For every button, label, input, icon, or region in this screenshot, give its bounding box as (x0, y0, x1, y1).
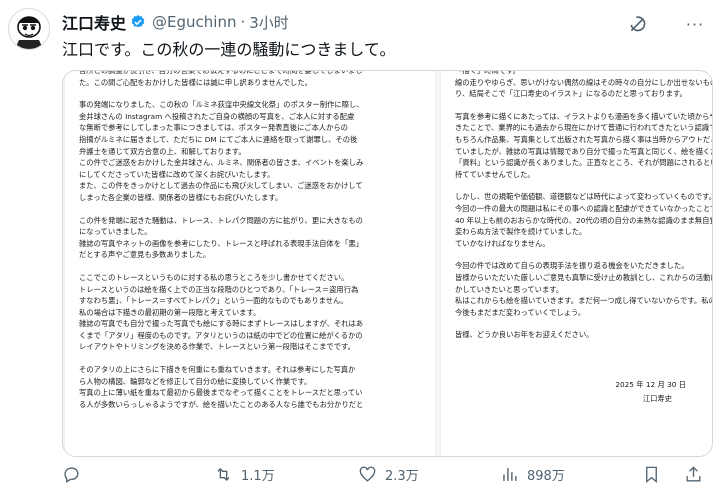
statement-line: きたことで、業界的にも過去から現在にかけて普通に行われてきたという認識です。 (455, 123, 712, 133)
statement-line: 私はこれからも絵を描いていきます。まだ何一つ成し得ていないからです。私の絵は (455, 296, 712, 306)
statement-line: にしてくださっていた皆様に改めて深くお詫びいたします。 (79, 169, 275, 179)
statement-line: 今後もまだまだ変わっていくでしょう。 (455, 307, 586, 317)
statement-line: 皆様からいただいた厳しいご意見も真摯に受け止め教訓とし、これからの活動に生 (455, 272, 712, 282)
statement-page-left: 各所との調整が長引き、自分の言葉でお伝えするのにここまで時間を要してしまいました… (65, 70, 435, 456)
bookmark-icon (646, 466, 657, 483)
statement-line: しかし、世の規範や価値観、道徳観などは時代によって変わっていくものです。 (455, 192, 712, 202)
like-button[interactable]: 2.3万 (358, 461, 419, 487)
verified-badge-icon[interactable] (130, 14, 146, 30)
statement-line: ていかなければなりません。 (455, 238, 550, 248)
more-icon[interactable]: ··· (680, 12, 710, 36)
statement-line: もちろん作品集、写真集として出版された写真から描く事は当時からアウトだと考え (455, 134, 712, 144)
statement-line (455, 100, 704, 111)
statement-line: 弁護士を通じて双方合意の上、和解しております。 (79, 146, 246, 156)
like-count: 2.3万 (385, 468, 419, 484)
author-name[interactable]: 江口寿史 (62, 10, 126, 34)
statement-line: 今回の一件の最大の問題は私にその事への認識と配慮ができていなかったことです。 (455, 203, 712, 213)
statement-line: 今回の件では改めて自らの表現手法を振り返る機会をいただきました。 (455, 261, 689, 271)
author-row: 江口寿史 @Eguchinn · 3小时 (62, 10, 289, 34)
statement-line: 写真の上に薄い紙を重ねて最初から最後までなぞって描くことをトレースだと思ってい (79, 388, 363, 398)
statement-line: この件を発端に起きた騒動は、トレース、トレパク問題の方に拡がり、更に大きなもの (79, 215, 363, 225)
statement-line: 変わらぬ方法で製作を続けていました。 (455, 227, 587, 237)
statement-line: かしていきたいと思っています。 (455, 284, 564, 294)
statement-line: 持てていませんでした。 (455, 169, 535, 179)
statement-date: 2025 年 12 月 30 日 (615, 380, 686, 389)
like-icon (359, 466, 376, 482)
grok-icon[interactable] (628, 14, 648, 34)
statement-line: 雑誌の写真やネットの画像を参考にしたり、トレースと呼ばれる表現手法自体を「悪」 (79, 238, 363, 248)
statement-left-text: 各所との調整が長引き、自分の言葉でお伝えするのにここまで時間を要してしまいました… (79, 70, 427, 410)
statement-line: だとする声やご意見も多数ありました。 (79, 250, 211, 260)
post-time[interactable]: 3小时 (249, 12, 289, 33)
statement-line (455, 180, 704, 191)
retweet-button[interactable]: 1.1万 (214, 461, 275, 487)
statement-line: そのアタリの上にさらに下描きを何重にも重ねていきます。それは参考にした写真か (79, 365, 356, 375)
statement-line: り、結局そこで「江口寿史のイラスト」になるのだと思っております。 (455, 89, 687, 99)
statement-line: 写真を参考に描くにあたっては、イラストよりも漫画を多く描いていた頃からやって (455, 111, 712, 121)
statement-line: な無断で参考にしてしまった事につきましては、ポスター発表直後にご本人からの (79, 123, 348, 133)
statement-line: 事の発端になりました、この秋の「ルミネ荻窪中央線文化祭」のポスター制作に際し、 (79, 100, 364, 110)
avatar-illustration (9, 9, 49, 49)
tweet-media-image[interactable]: 各所との調整が長引き、自分の言葉でお伝えするのにここまで時間を要してしまいました… (62, 70, 713, 457)
statement-line (79, 261, 427, 272)
views-count: 898万 (527, 468, 565, 484)
statement-line (455, 318, 704, 329)
statement-line: 金井球さんの Instagram へ投稿されたご自身の横顔の写真を、ご本人に対す… (79, 111, 355, 121)
statement-line: 私の場合は下描きの最初期の第一段階と考えています。 (79, 307, 261, 317)
statement-line: 40 年以上も前のおおらかな時代の、20代の頃の自分の未熟な認識のまま無自覚に (455, 215, 712, 225)
statement-line: 雑誌の写真でも自分で撮った写真でも絵にする時にまずトレースはしますが、それはあ (79, 319, 364, 329)
statement-line: また、この件をきっかけとして過去の作品にも飛び火してしまい、ご迷惑をおかけして (79, 181, 363, 191)
statement-line: レイアウトやトリミングを決める作業で、トレースという第一段階はそこまでです。 (79, 342, 355, 352)
statement-line: ここでこのトレースというものに対する私の思うところを少し書かせてください。 (79, 272, 349, 282)
statement-line: 「資料」という認識が長くありました。正直なところ、それが問題にされるという認識は (455, 158, 712, 168)
reply-button[interactable] (62, 461, 89, 487)
bookmark-button[interactable] (642, 461, 669, 487)
statement-line: すなわち悪」、「トレース＝すべてトレパク」という一面的なものでもありません。 (79, 296, 348, 306)
views-button[interactable]: 898万 (500, 461, 565, 487)
statement-line: トレースというのは絵を描く上での正当な段階のひとつであり、「トレース＝盗用行為 (79, 284, 359, 294)
avatar[interactable] (8, 8, 50, 50)
statement-line: た。この間ご心配をおかけした皆様には誠に申し訳ありませんでした。 (79, 77, 312, 87)
share-icon (686, 465, 701, 482)
statement-line: になっていきました。 (79, 227, 152, 237)
statement-line: ら人物の構図、輪郭などを修正して自分の絵に変換していく作業です。 (79, 376, 312, 386)
statement-line (79, 204, 427, 215)
retweet-count: 1.1万 (241, 468, 275, 484)
statement-line: 「描く」時間です。 (455, 70, 520, 75)
retweet-icon (217, 467, 230, 481)
views-icon (503, 467, 517, 481)
statement-line: 指摘がルミネに届きまして、ただちに DM にてご本人に連絡を取って謝罪し、その後 (79, 134, 358, 144)
statement-line: ていましたが、雑誌の写真は情報であり自分で撮った写真と同じく、絵を描くための (455, 146, 712, 156)
action-bar: 1.1万 2.3万 898万 (62, 461, 712, 487)
statement-signature: 江口寿史 (642, 394, 672, 403)
tweet-text: 江口です。この秋の一連の騒動につきまして。 (62, 40, 396, 59)
statement-line (79, 353, 427, 364)
reply-icon (64, 466, 79, 483)
statement-line: る人が多数いらっしゃるようですが、絵を描いたことのある人なら誰でもお分かりだと (79, 399, 364, 409)
statement-page-right: 「描く」時間です。線の走りやゆらぎ、思いがけない偶然の線はその時々の自分にしか出… (441, 70, 712, 456)
statement-line: くまで「アタリ」程度のものです。アタリというのは紙の中でどの位置に絵がくるかの (79, 330, 363, 340)
statement-line: しまった各企業の皆様、関係者の皆様にもお詫びいたします。 (79, 192, 283, 202)
statement-line: この件でご迷惑をおかけした金井球さん、ルミネ、関係者の皆さま、イベントを楽しみ (79, 158, 364, 168)
share-button[interactable] (684, 461, 711, 487)
statement-line (455, 249, 704, 260)
statement-line: 皆様、どうか良いお年をお迎えください。 (455, 330, 594, 340)
author-handle[interactable]: @Eguchinn (152, 13, 236, 31)
statement-line (79, 88, 427, 99)
separator-dot: · (240, 13, 246, 31)
statement-line: 線の走りやゆらぎ、思いがけない偶然の線はその時々の自分にしか出せないものであ (455, 77, 712, 87)
statement-right-text: 「描く」時間です。線の走りやゆらぎ、思いがけない偶然の線はその時々の自分にしか出… (455, 70, 712, 341)
statement-line: 各所との調整が長引き、自分の言葉でお伝えするのにここまで時間を要してしまいまし (79, 70, 363, 75)
